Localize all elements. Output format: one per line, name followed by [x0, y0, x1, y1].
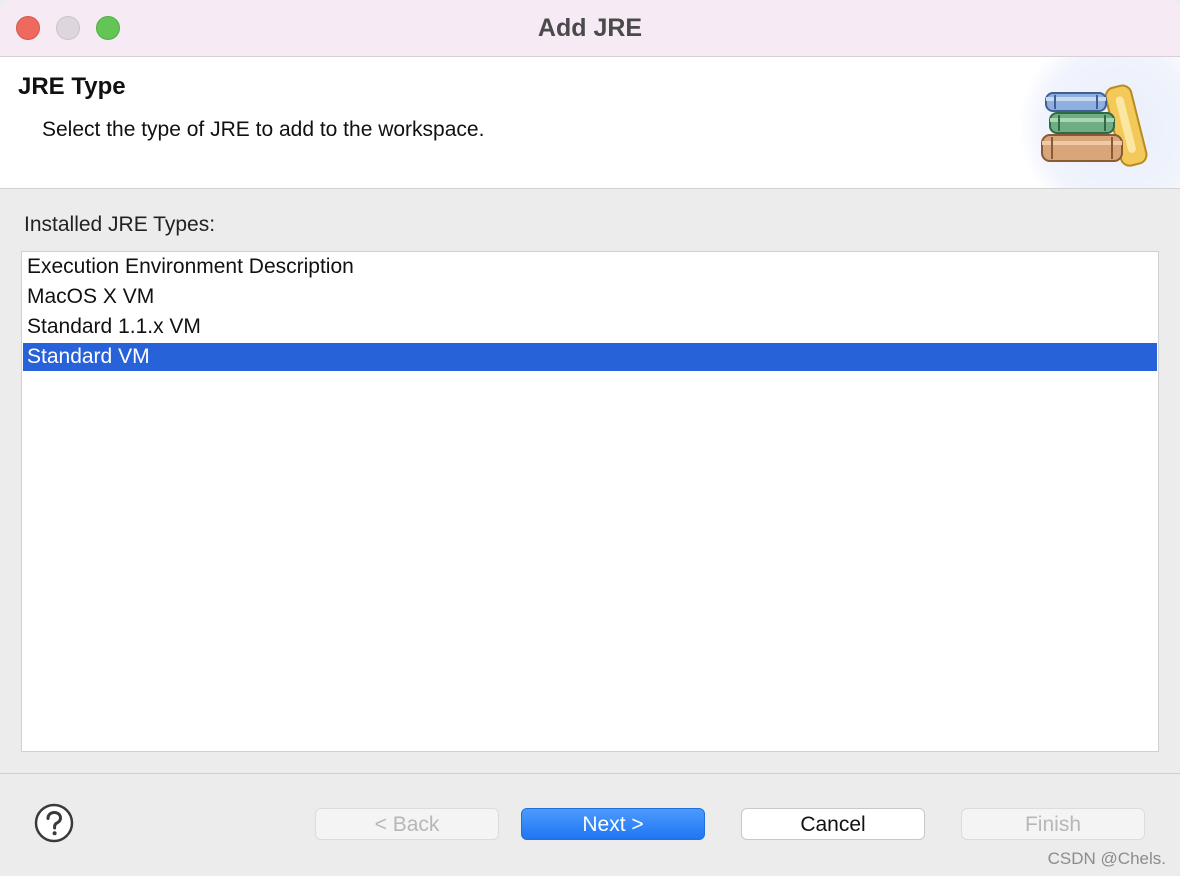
page-description: Select the type of JRE to add to the wor… [42, 118, 485, 141]
next-button[interactable]: Next > [521, 808, 705, 840]
list-item-standard-vm[interactable]: Standard VM [23, 343, 1157, 371]
footer-separator [0, 773, 1180, 774]
title-bar[interactable]: Add JRE [0, 0, 1180, 57]
help-icon[interactable] [34, 803, 74, 843]
installed-jre-types-label: Installed JRE Types: [24, 213, 216, 236]
cancel-button[interactable]: Cancel [741, 808, 925, 840]
finish-button[interactable]: Finish [961, 808, 1145, 840]
jre-type-list[interactable]: Execution Environment Description MacOS … [21, 251, 1159, 752]
wizard-header: JRE Type Select the type of JRE to add t… [0, 57, 1180, 189]
back-button[interactable]: < Back [315, 808, 499, 840]
jre-books-icon [1041, 84, 1148, 167]
list-item-standard-1-1-x-vm[interactable]: Standard 1.1.x VM [23, 313, 1157, 341]
add-jre-dialog: Add JRE JRE Type Select the type of JRE … [0, 0, 1180, 876]
list-item-macos-x-vm[interactable]: MacOS X VM [23, 283, 1157, 311]
watermark-text: CSDN @Chels. [1047, 849, 1166, 868]
list-item-execution-environment-description[interactable]: Execution Environment Description [23, 253, 1157, 281]
window-title: Add JRE [537, 14, 643, 42]
page-title: JRE Type [18, 73, 126, 100]
